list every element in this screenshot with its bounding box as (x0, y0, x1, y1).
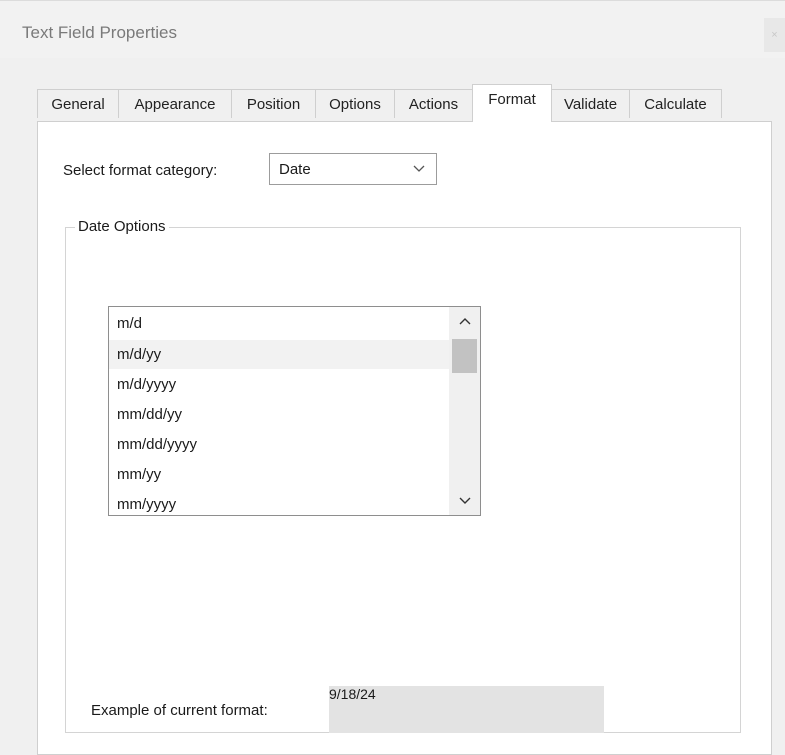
example-format-value: 9/18/24 (329, 686, 376, 702)
title-bar: Text Field Properties × (0, 0, 785, 59)
list-item[interactable]: m/d/yyyy (109, 370, 449, 399)
example-format-field: 9/18/24 (329, 686, 604, 733)
scroll-thumb[interactable] (452, 339, 477, 373)
close-button[interactable]: × (764, 18, 785, 52)
chevron-down-icon (402, 154, 436, 184)
format-category-value: Date (279, 161, 311, 178)
list-item[interactable]: mm/dd/yy (109, 400, 449, 429)
list-item[interactable]: mm/dd/yyyy (109, 430, 449, 459)
tab-options[interactable]: Options (315, 89, 395, 118)
list-item[interactable]: mm/yyyy (109, 490, 449, 515)
tab-general[interactable]: General (37, 89, 119, 118)
tab-validate[interactable]: Validate (551, 89, 630, 118)
close-icon: × (771, 29, 778, 41)
list-scrollbar[interactable] (449, 307, 480, 515)
tab-actions[interactable]: Actions (394, 89, 473, 118)
tab-appearance[interactable]: Appearance (118, 89, 232, 118)
format-category-select[interactable]: Date (269, 153, 437, 185)
tab-position[interactable]: Position (231, 89, 316, 118)
list-item[interactable]: m/d (109, 309, 449, 338)
list-item[interactable]: m/d/yy (109, 340, 449, 369)
date-format-list[interactable]: m/d m/d/yy m/d/yyyy mm/dd/yy mm/dd/yyyy … (108, 306, 481, 516)
scroll-up-button[interactable] (449, 309, 480, 333)
list-item[interactable]: mm/yy (109, 460, 449, 489)
tab-format[interactable]: Format (472, 84, 552, 122)
format-category-label: Select format category: (63, 162, 218, 179)
example-format-label: Example of current format: (91, 702, 268, 719)
date-options-legend: Date Options (75, 218, 169, 235)
scroll-down-button[interactable] (449, 489, 480, 513)
chevron-down-icon (459, 497, 470, 504)
tab-calculate[interactable]: Calculate (629, 89, 722, 118)
chevron-up-icon (459, 318, 470, 325)
dialog-title: Text Field Properties (22, 23, 177, 42)
